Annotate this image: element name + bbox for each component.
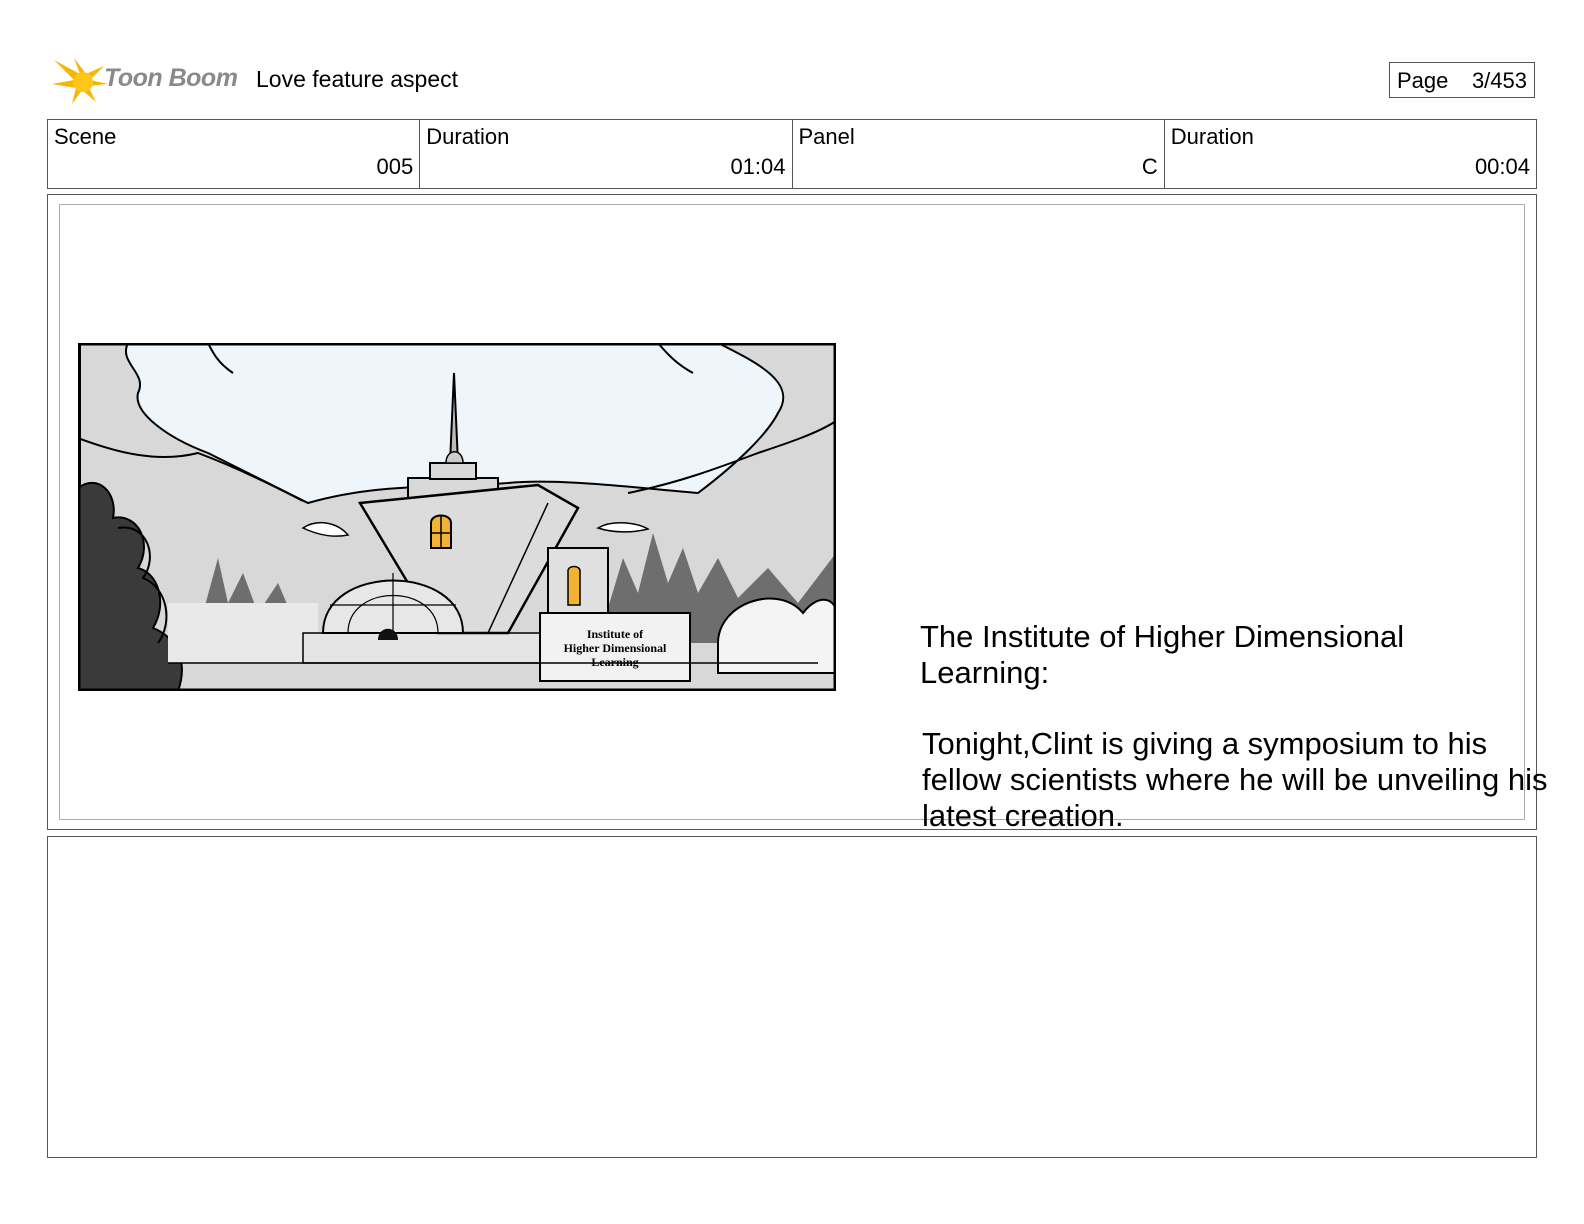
project-title: Love feature aspect xyxy=(256,66,459,92)
toon-boom-logo: Toon Boom xyxy=(50,54,240,108)
sign-line-2: Higher Dimensional xyxy=(564,641,667,655)
page-label: Page xyxy=(1397,68,1449,93)
page-indicator: Page 3/453 xyxy=(1389,62,1535,98)
notes-panel[interactable] xyxy=(47,836,1537,1158)
panel-duration-cell: Duration 00:04 xyxy=(1165,120,1536,188)
scene-duration-value: 01:04 xyxy=(730,154,786,179)
page-number: 3/453 xyxy=(1471,68,1527,93)
sign-line-3: Learning xyxy=(591,655,638,669)
scene-info-table: Scene 005 Duration 01:04 Panel C Duratio… xyxy=(47,119,1537,189)
panel-duration-value: 00:04 xyxy=(1474,154,1530,179)
scene-value: 005 xyxy=(376,154,414,179)
scene-cell: Scene 005 xyxy=(48,120,421,188)
logo-wordmark: Toon Boom xyxy=(104,64,238,92)
caption-body: Tonight,Clint is giving a symposium to h… xyxy=(922,726,1548,833)
panel-label: Panel xyxy=(798,124,855,149)
sign-line-1: Institute of xyxy=(587,627,644,641)
storyboard-drawing: Institute of Higher Dimensional Learning xyxy=(78,343,836,691)
panel-cell: Panel C xyxy=(793,120,1165,188)
scene-label: Scene xyxy=(54,124,117,149)
scene-duration-cell: Duration 01:04 xyxy=(420,120,793,188)
star-burst-icon xyxy=(52,58,108,104)
storyboard-panel: Institute of Higher Dimensional Learning… xyxy=(47,194,1547,833)
panel-value: C xyxy=(1141,154,1158,179)
caption-title: The Institute of Higher Dimensional Lear… xyxy=(920,619,1405,690)
panel-duration-label: Duration xyxy=(1170,124,1254,149)
scene-duration-label: Duration xyxy=(426,124,510,149)
